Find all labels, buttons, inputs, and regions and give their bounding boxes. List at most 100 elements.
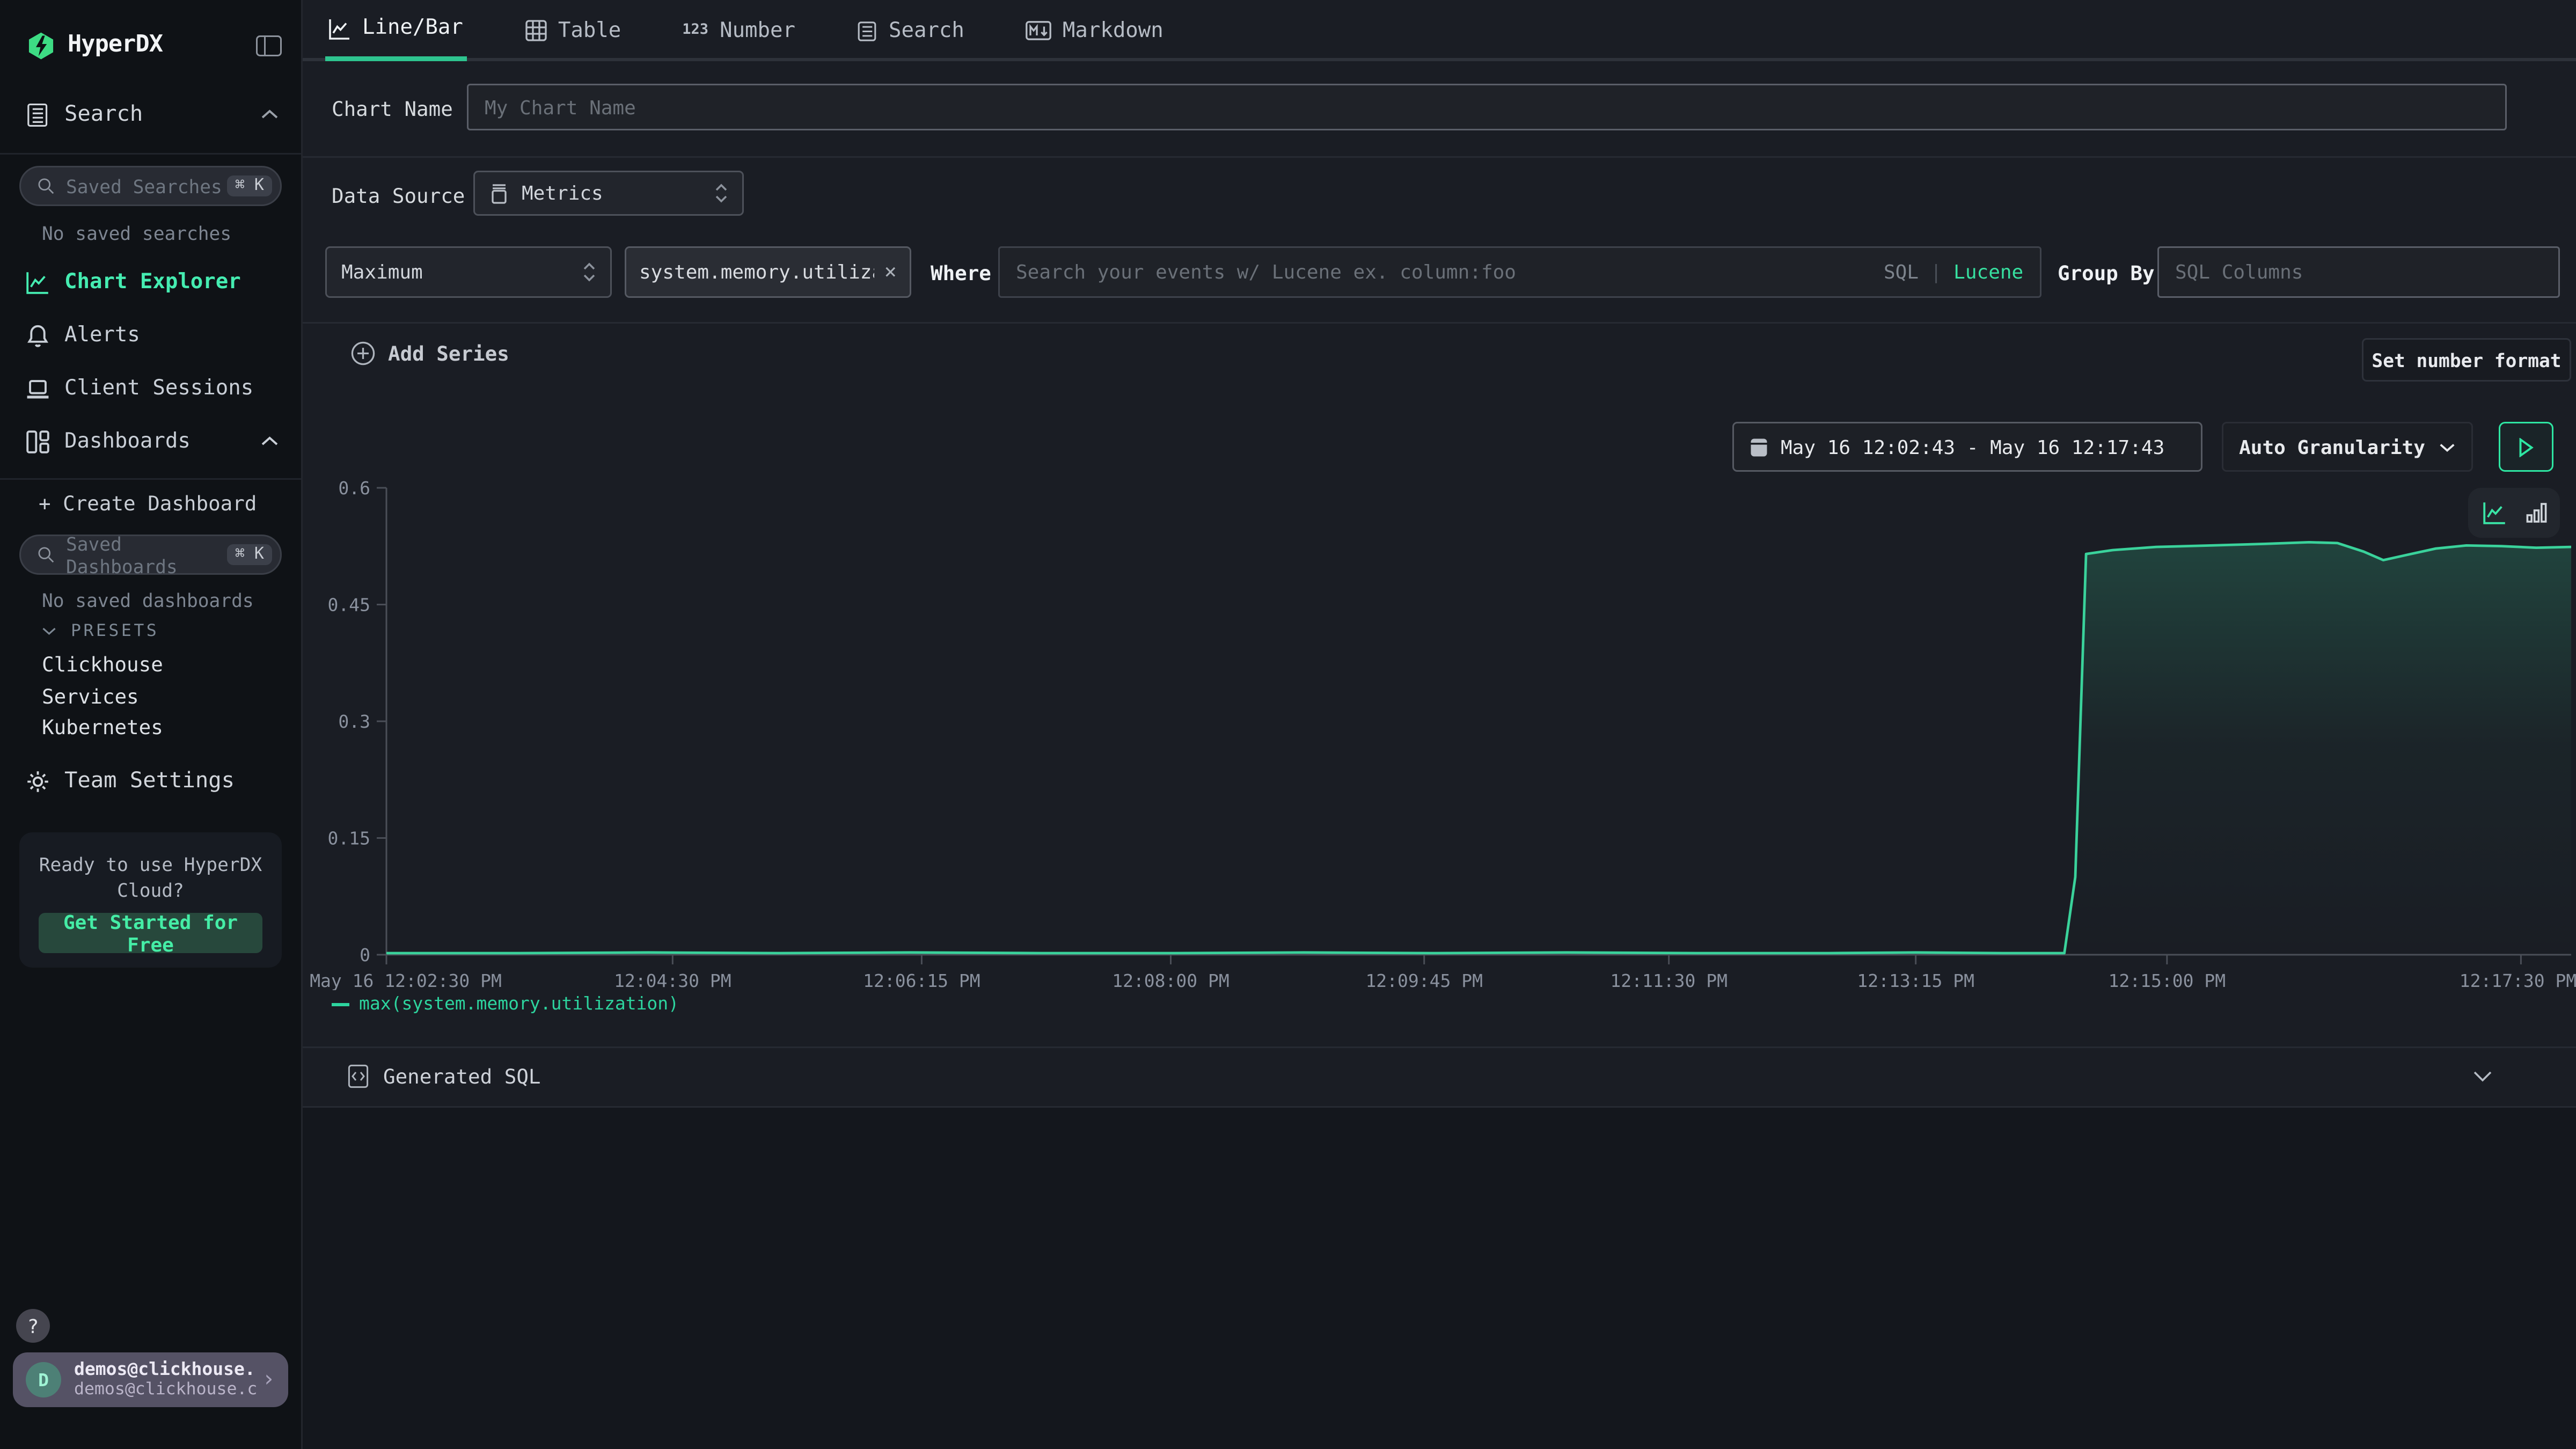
svg-text:12:15:00 PM: 12:15:00 PM <box>2109 970 2226 990</box>
shortcut-badge: ⌘ K <box>227 544 272 565</box>
saved-dashboards-input[interactable]: Saved Dashboards ⌘ K <box>19 535 282 575</box>
where-label: Where <box>931 261 991 285</box>
date-range-picker[interactable]: May 16 12:02:43 - May 16 12:17:43 <box>1732 422 2202 472</box>
svg-text:12:08:00 PM: 12:08:00 PM <box>1112 970 1230 990</box>
tab-number[interactable]: 123 Number <box>679 0 799 61</box>
gear-icon <box>26 769 50 793</box>
search-icon <box>37 546 55 564</box>
user-email: demos@clickhouse.com <box>74 1360 255 1380</box>
dashboards-icon <box>26 429 50 453</box>
database-icon <box>489 183 509 204</box>
tab-search[interactable]: Search <box>853 0 968 61</box>
chevron-down-icon <box>2473 1071 2492 1082</box>
chevron-up-icon[interactable] <box>261 109 279 119</box>
saved-searches-placeholder: Saved Searches <box>66 175 227 197</box>
svg-text:0.6: 0.6 <box>338 478 370 499</box>
sidebar-item-dashboards[interactable]: Dashboards <box>26 425 279 457</box>
run-query-button[interactable] <box>2499 422 2553 472</box>
avatar: D <box>26 1362 61 1397</box>
tab-line-bar[interactable]: Line/Bar <box>325 0 466 61</box>
get-started-button[interactable]: Get Started for Free <box>39 913 262 953</box>
create-dashboard-link[interactable]: + Create Dashboard <box>39 491 257 515</box>
logo: HyperDX <box>26 26 282 64</box>
bottom-empty-area <box>303 1108 2576 1449</box>
updown-chevrons-icon <box>715 184 728 203</box>
tab-label: Markdown <box>1063 19 1163 43</box>
saved-searches-input[interactable]: Saved Searches ⌘ K <box>19 166 282 206</box>
no-saved-searches-text: No saved searches <box>42 222 231 245</box>
chart-type-tabbar: Line/Bar Table 123 Number Search Markdow… <box>303 0 2576 61</box>
sidebar-item-client-sessions[interactable]: Client Sessions <box>26 372 279 404</box>
bar-view-icon[interactable] <box>2526 502 2546 523</box>
sql-toggle[interactable]: SQL <box>1884 261 1919 283</box>
tab-table[interactable]: Table <box>521 0 624 61</box>
sidebar-item-search[interactable]: Search <box>26 97 279 132</box>
search-icon <box>37 177 55 195</box>
tab-label: Table <box>558 19 621 43</box>
divider <box>0 153 301 155</box>
legend-swatch <box>332 1002 349 1006</box>
number-123-icon: 123 <box>682 23 708 39</box>
sidebar-item-chart-explorer[interactable]: Chart Explorer <box>26 266 279 298</box>
data-source-select[interactable]: Metrics <box>473 171 744 216</box>
remove-metric-icon[interactable]: × <box>884 260 897 284</box>
svg-text:12:04:30 PM: 12:04:30 PM <box>614 970 731 990</box>
generated-sql-label: Generated SQL <box>383 1064 541 1088</box>
svg-text:12:11:30 PM: 12:11:30 PM <box>1610 970 1728 990</box>
collapse-sidebar-icon[interactable] <box>256 35 282 56</box>
tab-label: Number <box>720 19 795 43</box>
chart-display-toggle <box>2468 488 2560 538</box>
granularity-value: Auto Granularity <box>2239 436 2425 458</box>
markdown-icon <box>1026 21 1051 40</box>
divider <box>0 478 301 480</box>
line-view-icon[interactable] <box>2482 501 2506 525</box>
sidebar-item-team-settings[interactable]: Team Settings <box>26 763 279 799</box>
tab-label: Line/Bar <box>362 16 463 40</box>
chart-name-label: Chart Name <box>332 97 453 121</box>
plus-circle-icon <box>351 341 375 365</box>
main-content: Line/Bar Table 123 Number Search Markdow… <box>303 0 2576 1449</box>
preset-kubernetes[interactable]: Kubernetes <box>42 715 163 739</box>
hyperdx-logo-icon <box>26 30 56 61</box>
svg-text:12:13:15 PM: 12:13:15 PM <box>1857 970 1974 990</box>
user-org: demos@clickhouse.com's <box>74 1380 255 1399</box>
sidebar-item-label: Team Settings <box>64 768 235 794</box>
search-list-icon <box>857 20 877 41</box>
code-icon <box>348 1064 369 1088</box>
data-source-label: Data Source <box>332 184 465 208</box>
svg-text:12:06:15 PM: 12:06:15 PM <box>863 970 980 990</box>
date-range-value: May 16 12:02:43 - May 16 12:17:43 <box>1781 436 2164 458</box>
preset-services[interactable]: Services <box>42 684 139 708</box>
generated-sql-toggle[interactable]: Generated SQL <box>303 1046 2576 1106</box>
granularity-select[interactable]: Auto Granularity <box>2222 422 2473 472</box>
svg-text:12:09:45 PM: 12:09:45 PM <box>1365 970 1483 990</box>
play-icon <box>2518 437 2534 457</box>
tab-markdown[interactable]: Markdown <box>1022 0 1167 61</box>
lucene-toggle[interactable]: Lucene <box>1953 261 2023 283</box>
presets-header[interactable]: PRESETS <box>42 621 159 641</box>
user-menu[interactable]: D demos@clickhouse.com demos@clickhouse.… <box>13 1352 288 1407</box>
preset-clickhouse[interactable]: Clickhouse <box>42 652 163 676</box>
updown-chevrons-icon <box>583 262 596 282</box>
group-by-input[interactable] <box>2157 246 2560 298</box>
shortcut-badge: ⌘ K <box>227 175 272 196</box>
chart-legend[interactable]: max(system.memory.utilization) <box>332 993 679 1014</box>
add-series-button[interactable]: Add Series <box>351 341 509 365</box>
no-saved-dashboards-text: No saved dashboards <box>42 589 254 612</box>
chart-name-input[interactable] <box>467 84 2507 130</box>
help-button[interactable]: ? <box>16 1309 50 1343</box>
chevron-right-icon: › <box>262 1367 275 1393</box>
set-number-format-button[interactable]: Set number format <box>2362 338 2571 382</box>
chevron-up-icon[interactable] <box>261 436 279 446</box>
aggregation-value: Maximum <box>341 261 423 283</box>
query-language-toggle[interactable]: SQL | Lucene <box>1884 261 2023 283</box>
metric-field-tag[interactable]: system.memory.utiliza × <box>625 246 911 298</box>
aggregation-select[interactable]: Maximum <box>325 246 612 298</box>
svg-text:12:17:30 PM: 12:17:30 PM <box>2460 970 2576 990</box>
sidebar-item-label: Client Sessions <box>64 376 253 400</box>
svg-text:0.3: 0.3 <box>338 711 370 732</box>
saved-dashboards-placeholder: Saved Dashboards <box>66 532 227 577</box>
sidebar-item-alerts[interactable]: Alerts <box>26 319 279 351</box>
laptop-icon <box>26 376 50 400</box>
chart-canvas[interactable]: 00.150.30.450.6May 16 12:02:30 PM12:04:3… <box>303 475 2576 990</box>
